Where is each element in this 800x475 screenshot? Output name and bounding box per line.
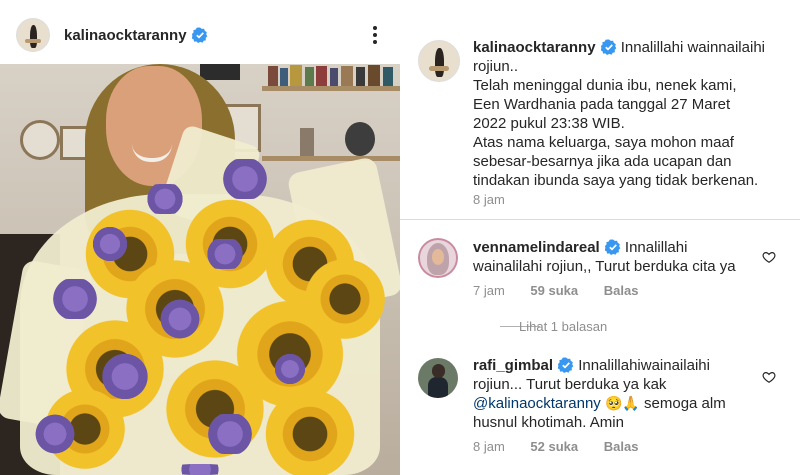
comment-likes[interactable]: 52 suka	[530, 439, 578, 454]
more-options-icon[interactable]	[366, 24, 384, 46]
comment-avatar-venna[interactable]	[418, 238, 458, 278]
reply-button[interactable]: Balas	[604, 439, 639, 454]
comment-time: 8 jam	[473, 439, 505, 454]
post-panel: kalinaocktaranny	[0, 0, 400, 475]
comment-meta: 7 jam 59 suka Balas	[473, 283, 660, 298]
verified-badge-icon	[600, 39, 616, 55]
caption-author-avatar[interactable]	[418, 40, 460, 82]
post-image[interactable]	[0, 64, 400, 475]
post-author-username[interactable]: kalinaocktaranny	[64, 27, 208, 44]
view-replies-button[interactable]: Lihat 1 balasan	[519, 319, 607, 334]
caption-time: 8 jam	[473, 192, 505, 207]
divider	[400, 219, 800, 220]
verified-badge-icon	[558, 357, 574, 373]
emoji: 🥺🙏	[604, 395, 640, 411]
caption-text: kalinaocktaranny Innalillahi wainnailaih…	[473, 39, 765, 189]
reply-button[interactable]: Balas	[604, 283, 639, 298]
heart-icon[interactable]	[762, 250, 776, 264]
comment-likes[interactable]: 59 suka	[530, 283, 578, 298]
verified-badge-icon	[604, 239, 621, 255]
comment-username[interactable]: vennamelindareal	[473, 239, 600, 256]
comment-avatar-rafi[interactable]	[418, 358, 458, 398]
caption-meta: 8 jam	[473, 192, 527, 207]
comments-panel: kalinaocktaranny Innalillahi wainnailaih…	[400, 0, 800, 475]
comment-meta: 8 jam 52 suka Balas	[473, 439, 660, 454]
heart-icon[interactable]	[762, 370, 776, 384]
verified-badge-icon	[191, 27, 207, 43]
post-header: kalinaocktaranny	[0, 0, 400, 64]
comment-text: vennamelindareal Innalillahi wainalilahi…	[473, 239, 736, 275]
comment-username[interactable]: rafi_gimbal	[473, 357, 553, 374]
post-author-avatar[interactable]	[16, 18, 50, 52]
caption-author-username[interactable]: kalinaocktaranny	[473, 39, 596, 56]
comment-time: 7 jam	[473, 283, 505, 298]
comment-text: rafi_gimbal Innalillahiwainailaihi rojiu…	[473, 357, 726, 431]
mention-link[interactable]: @kalinaocktaranny	[473, 395, 601, 412]
